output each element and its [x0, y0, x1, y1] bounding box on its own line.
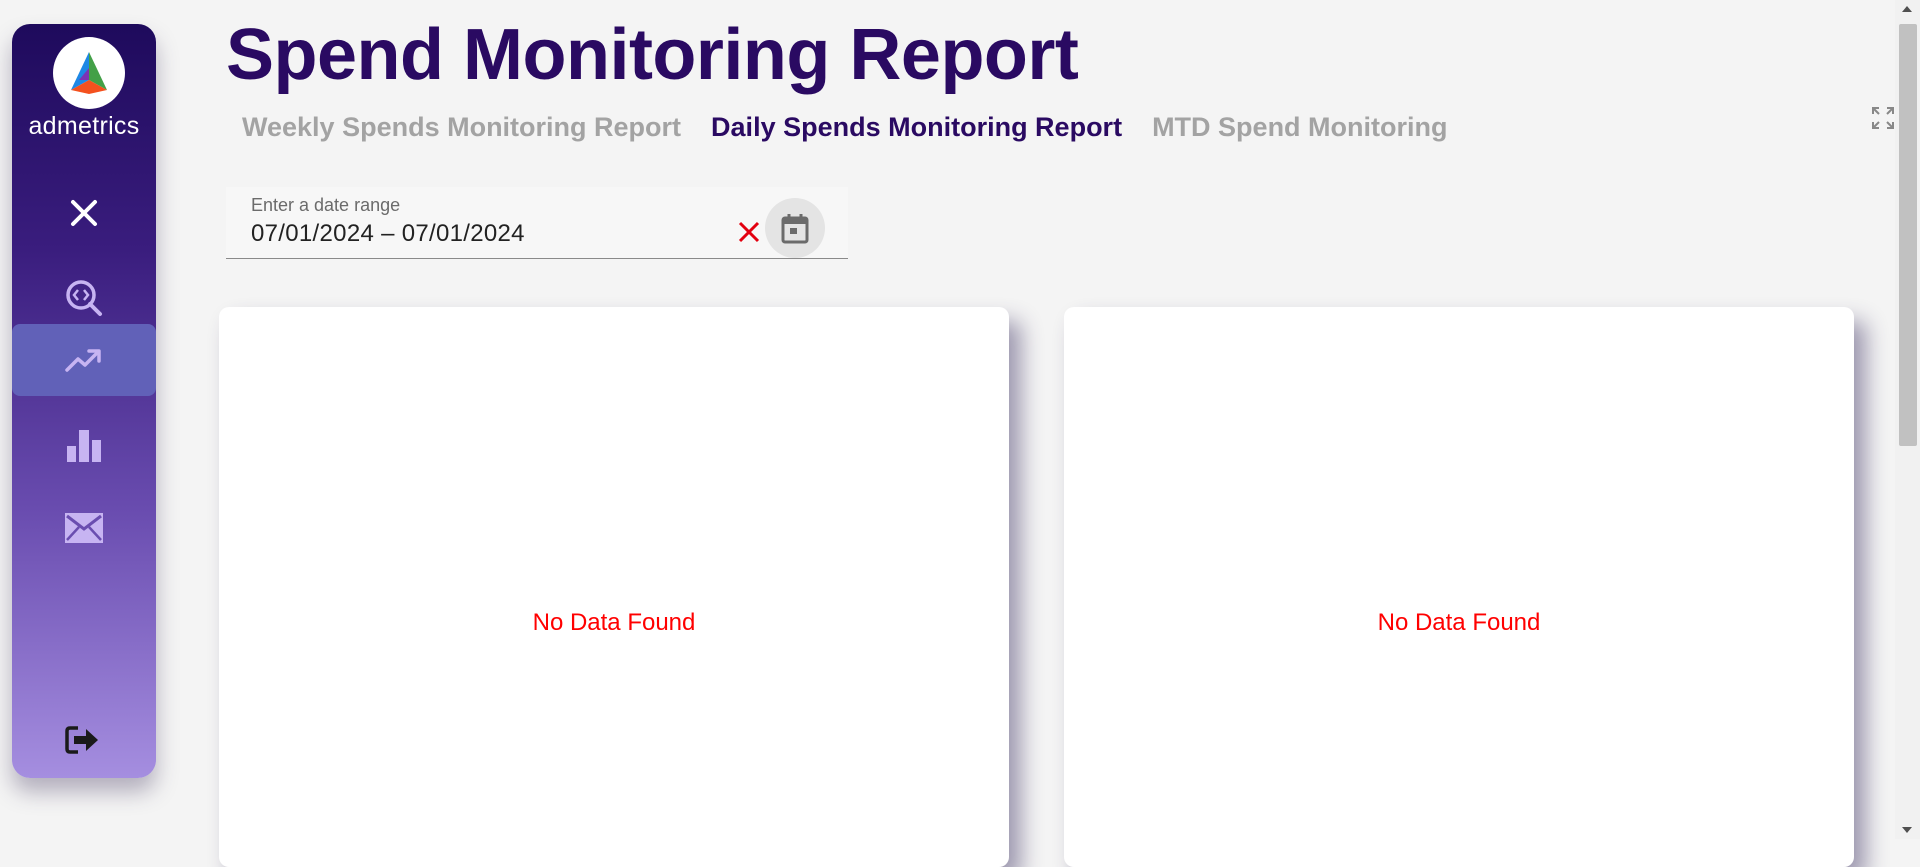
trending-up-icon — [65, 349, 101, 372]
scroll-down-arrow[interactable] — [1902, 827, 1912, 833]
no-data-message: No Data Found — [1377, 609, 1541, 636]
sidebar-item-trends[interactable] — [12, 324, 156, 396]
clear-date-button[interactable] — [734, 217, 764, 252]
sidebar-close-button[interactable] — [12, 177, 156, 249]
mail-icon — [65, 513, 103, 543]
logout-icon — [65, 726, 98, 754]
logout-button[interactable] — [64, 724, 100, 761]
tab-mtd-spend[interactable]: MTD Spend Monitoring — [1152, 112, 1447, 143]
fullscreen-button[interactable] — [1871, 106, 1895, 135]
sidebar: admetrics — [12, 24, 156, 778]
report-tabs: Weekly Spends Monitoring Report Daily Sp… — [242, 112, 1448, 143]
fullscreen-icon — [1872, 107, 1894, 129]
date-range-input[interactable]: 07/01/2024 – 07/01/2024 — [251, 220, 525, 248]
report-panel-left: No Data Found — [219, 307, 1009, 867]
tab-weekly-spends[interactable]: Weekly Spends Monitoring Report — [242, 112, 681, 143]
close-icon — [71, 200, 97, 226]
bar-chart-icon — [67, 430, 101, 462]
sidebar-item-reports[interactable] — [12, 409, 156, 481]
vertical-scrollbar[interactable] — [1895, 0, 1920, 839]
scroll-up-arrow[interactable] — [1902, 6, 1912, 12]
logo-triangle-icon — [71, 52, 107, 94]
admetrics-logo[interactable] — [53, 37, 125, 109]
tab-daily-spends[interactable]: Daily Spends Monitoring Report — [711, 112, 1122, 143]
brand-name: admetrics — [28, 112, 140, 140]
date-range-field[interactable]: Enter a date range 07/01/2024 – 07/01/20… — [226, 187, 848, 259]
calendar-icon — [781, 214, 809, 244]
code-search-icon — [66, 280, 102, 316]
page-title: Spend Monitoring Report — [226, 15, 1079, 95]
report-panel-right: No Data Found — [1064, 307, 1854, 867]
no-data-message: No Data Found — [532, 609, 696, 636]
calendar-toggle-button[interactable] — [765, 198, 825, 258]
scroll-thumb[interactable] — [1899, 24, 1917, 446]
date-range-label: Enter a date range — [251, 195, 401, 215]
sidebar-item-mail[interactable] — [12, 492, 156, 564]
clear-icon — [738, 221, 760, 243]
